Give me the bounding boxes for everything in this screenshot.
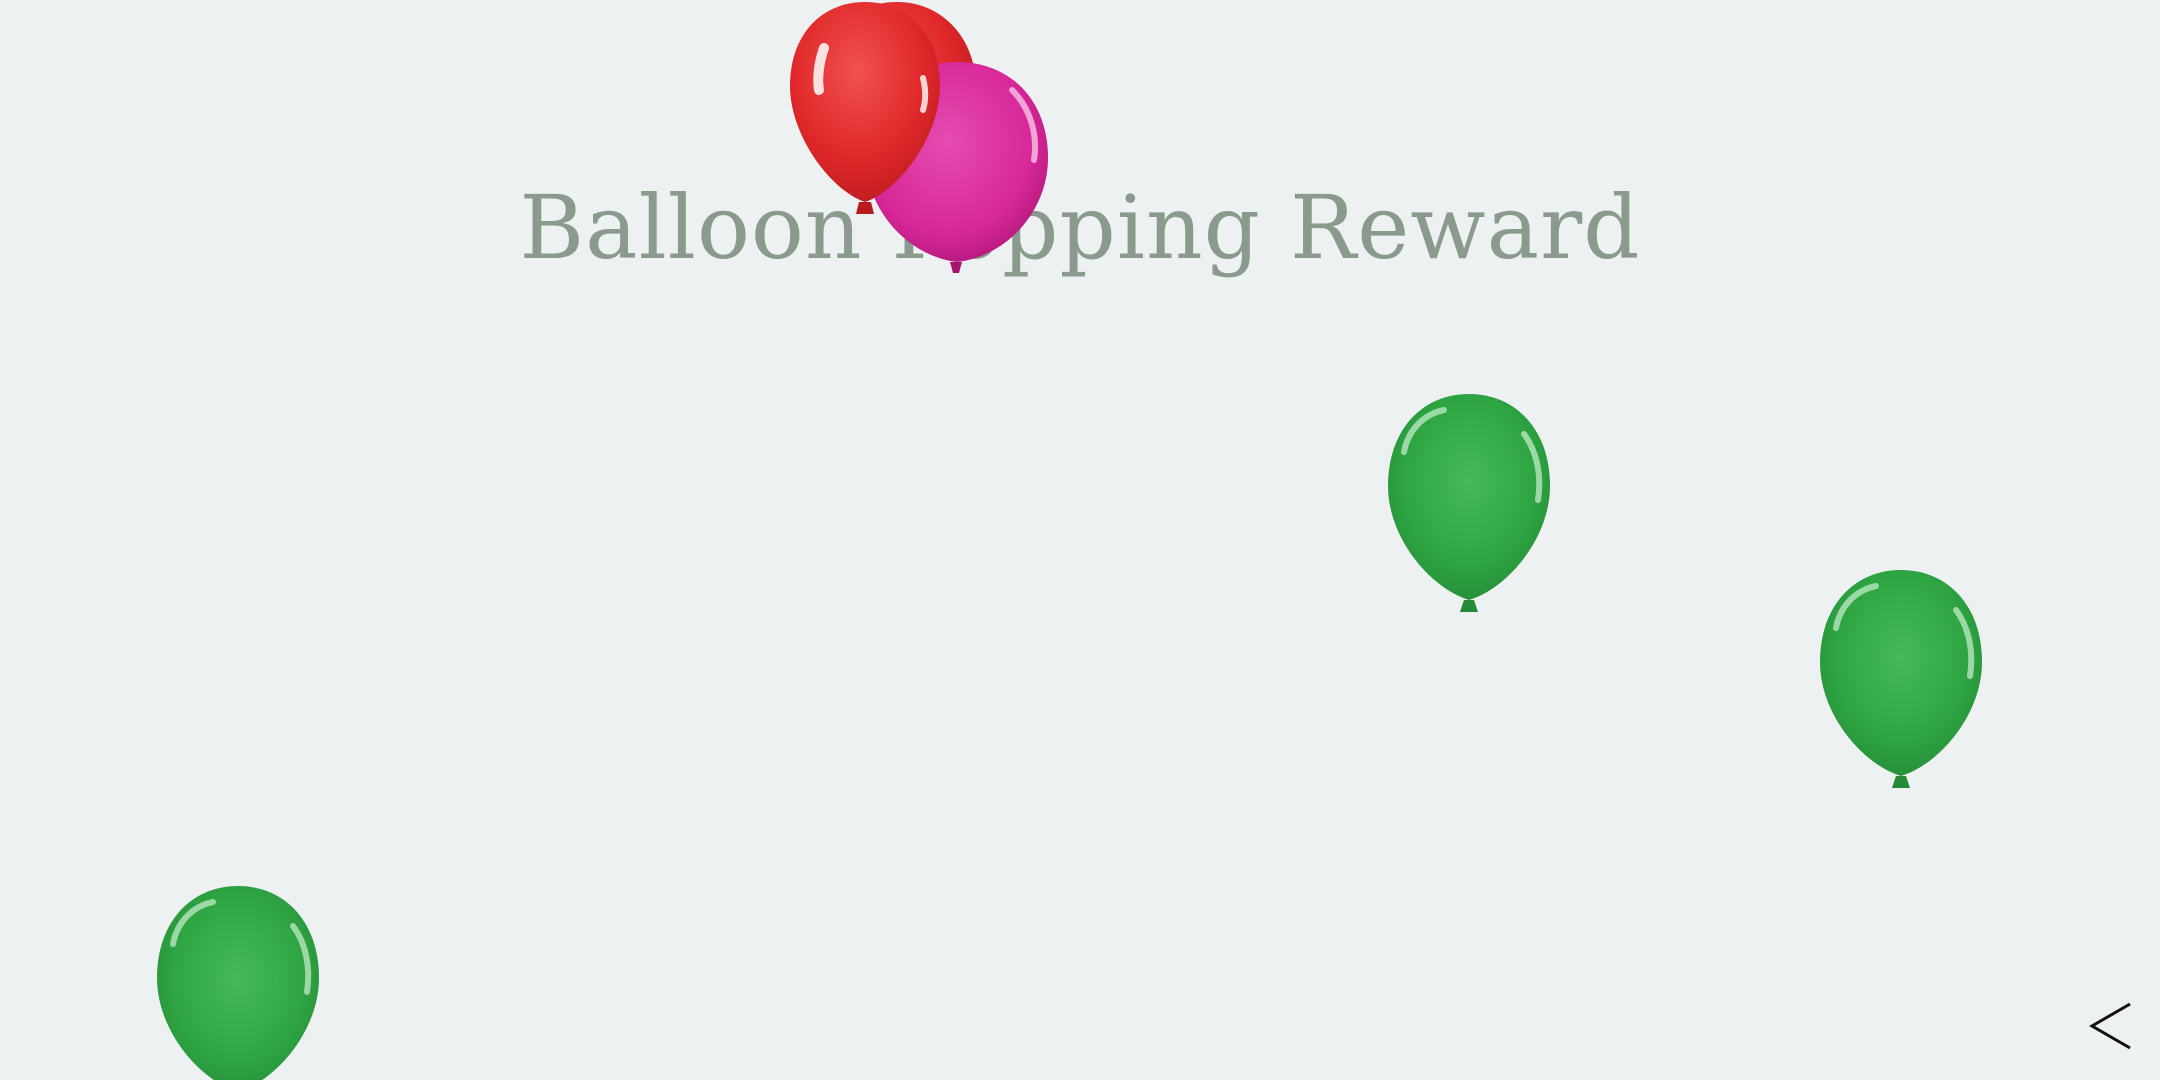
chevron-left-icon (2089, 1002, 2131, 1050)
game-stage[interactable]: Balloon Popping Reward (0, 0, 2160, 1080)
balloon-green-icon (1388, 394, 1550, 612)
balloon-green-icon (1820, 570, 1982, 788)
balloon-green-icon (157, 886, 319, 1080)
page-title: Balloon Popping Reward (519, 176, 1641, 279)
balloon-red[interactable] (786, 0, 944, 218)
balloon-green[interactable] (153, 884, 323, 1080)
balloon-green[interactable] (1384, 392, 1554, 612)
balloon-red-icon (790, 2, 940, 214)
back-button[interactable] (2086, 996, 2134, 1056)
balloon-green[interactable] (1816, 568, 1986, 788)
